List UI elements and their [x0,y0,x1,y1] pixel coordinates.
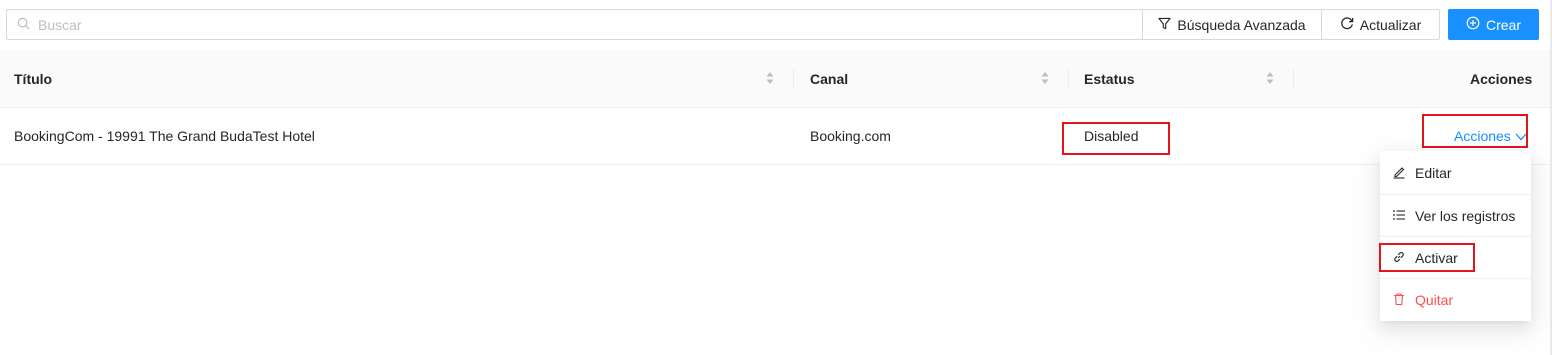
actions-menu: Editar Ver los registros Activar Quitar [1380,151,1531,321]
column-divider [793,69,794,89]
search-box[interactable] [6,9,1142,40]
status-highlight-box [1062,122,1170,155]
toolbar: Búsqueda Avanzada Actualizar Crear [0,8,1552,42]
refresh-label: Actualizar [1359,16,1422,33]
search-icon [17,17,30,33]
column-actions-header: Acciones [1470,70,1533,87]
actions-highlight-box [1422,114,1528,148]
sort-icon[interactable] [1040,70,1050,86]
table-row: BookingCom - 19991 The Grand BudaTest Ho… [0,108,1552,165]
sort-icon[interactable] [765,70,775,86]
plus-circle-icon [1466,16,1480,33]
sort-icon[interactable] [1265,70,1275,86]
row-channel: Booking.com [810,128,891,144]
column-divider [1293,69,1294,89]
column-divider [1068,69,1069,89]
menu-item-label: Quitar [1415,292,1454,308]
column-status-header[interactable]: Estatus [1084,50,1135,107]
advanced-search-label: Búsqueda Avanzada [1177,16,1306,33]
menu-item-view-logs[interactable]: Ver los registros [1380,195,1531,237]
table-header: Título Canal Estatus Acciones [0,50,1552,108]
menu-item-label: Editar [1415,165,1452,181]
activate-highlight-box [1379,243,1475,272]
menu-item-remove[interactable]: Quitar [1380,279,1531,321]
menu-item-label: Ver los registros [1415,208,1516,224]
trash-icon [1392,292,1406,309]
edit-icon [1392,165,1406,182]
column-title-header[interactable]: Título [14,50,52,107]
menu-item-edit[interactable]: Editar [1380,152,1531,194]
row-title: BookingCom - 19991 The Grand BudaTest Ho… [14,128,315,144]
column-channel-header[interactable]: Canal [810,50,848,107]
search-input[interactable] [36,15,1142,34]
create-label: Crear [1485,16,1521,33]
advanced-search-button[interactable]: Búsqueda Avanzada [1142,9,1322,40]
filter-icon [1158,17,1172,33]
list-icon [1392,208,1406,225]
refresh-icon [1340,16,1354,33]
refresh-button[interactable]: Actualizar [1321,9,1440,40]
create-button[interactable]: Crear [1448,9,1539,40]
